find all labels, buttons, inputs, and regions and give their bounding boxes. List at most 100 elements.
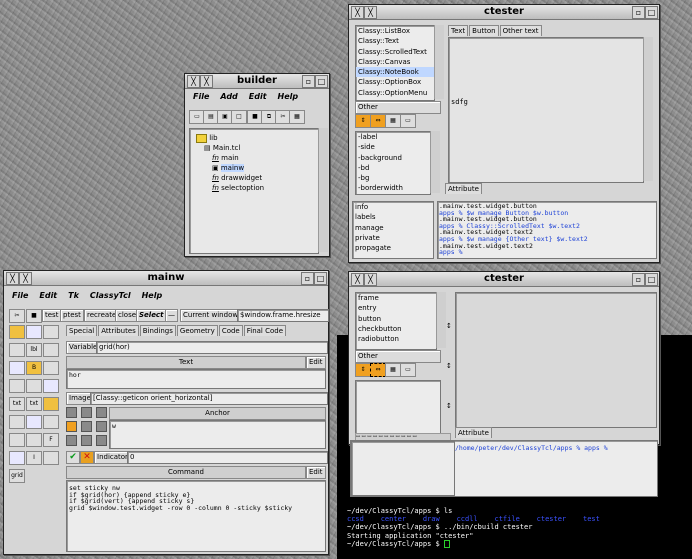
option-list-item[interactable]: -bd [356,163,430,173]
anchor-value-field[interactable]: w [109,420,326,449]
menu-classytcl[interactable]: ClassyTcl [90,291,131,300]
orient-vertical-icon[interactable]: ⇕ [355,363,371,377]
notebook-scrollbar[interactable] [643,37,653,181]
tab-code[interactable]: Code [218,325,243,336]
palette-tool-icon[interactable] [9,343,25,357]
maximize-icon[interactable]: □ [315,75,328,88]
option-list-item[interactable]: -bg [356,173,430,183]
class-list-item[interactable]: button [356,314,436,324]
palette-tool-icon[interactable]: txt [26,397,42,411]
select-menu[interactable]: Select [136,309,167,322]
tree-item[interactable]: fn selectoption [196,183,264,193]
class-list[interactable]: Classy::ListBox Classy::Text Classy::Scrol… [355,25,435,101]
menu-add[interactable]: Add [220,92,237,101]
palette-tool-icon[interactable]: txt [9,397,25,411]
menu-tk[interactable]: Tk [68,291,79,300]
anchor-cell[interactable] [66,421,77,432]
option-list-item[interactable]: -background [356,153,430,163]
menu-help[interactable]: Help [142,291,163,300]
tab-bindings[interactable]: Bindings [139,325,176,336]
palette-tool-icon[interactable] [43,415,59,429]
palette-tool-icon[interactable] [26,433,42,447]
widget-area[interactable] [455,292,657,428]
palette-tool-icon[interactable] [43,397,59,411]
class-list[interactable]: frame entry button checkbutton radiobutton [355,292,437,350]
menu-edit[interactable]: Edit [249,92,267,101]
palette-tool-icon[interactable] [9,325,25,339]
option-list-item[interactable]: -borderwidth [356,183,430,193]
select-dropdown-icon[interactable]: — [165,309,178,322]
image-field[interactable]: [Classy::geticon orient_horizontal] [90,392,328,405]
command-list-item[interactable]: info [353,202,433,212]
pane-sash[interactable]: ↕ [446,322,452,330]
attribute-tab-label[interactable]: Attribute [455,427,492,438]
command-list-item[interactable]: propagate [353,243,433,253]
builder-titlebar[interactable]: ╳ ╳ builder ▫ □ [185,74,329,89]
command-list-item[interactable]: private [353,233,433,243]
tree-item[interactable]: fn main [196,153,264,163]
blank-icon[interactable]: □ [231,110,247,124]
notebook-text[interactable]: sdfg sdfg [448,37,644,183]
class-list-item[interactable]: entry [356,303,436,313]
tab-special[interactable]: Special [66,325,98,336]
tab-final-code[interactable]: Final Code [243,325,287,336]
attribute-tab-label[interactable]: Attribute [445,183,482,194]
option-list-item[interactable]: -label [356,132,430,142]
anchor-cell[interactable] [96,435,107,446]
palette-tool-icon[interactable]: I [26,451,42,465]
palette-tool-icon[interactable] [43,361,59,375]
command-list[interactable]: info labels manage private propagate [352,201,434,259]
variable-field[interactable]: grid(hor) [96,341,328,354]
grid-icon[interactable]: ▦ [385,363,401,377]
command-list-item[interactable]: labels [353,212,433,222]
cancel-icon[interactable]: ✕ [80,451,94,464]
palette-tool-icon[interactable] [9,433,25,447]
class-list-item[interactable]: Classy::NoteBook [356,67,434,78]
class-list-item[interactable]: frame [356,293,436,303]
paste-icon[interactable]: ▦ [289,110,305,124]
palette-tool-icon[interactable] [43,325,59,339]
menu-file[interactable]: File [12,291,28,300]
label-icon[interactable]: ▭ [400,363,416,377]
maximize-icon[interactable]: □ [645,6,658,19]
anchor-cell[interactable] [81,407,92,418]
class-list-item[interactable]: Classy::OptionBox [356,77,434,87]
maximize-icon[interactable]: □ [645,273,658,286]
label-icon[interactable]: ▭ [400,114,416,128]
palette-tool-icon[interactable] [43,379,59,393]
other-button[interactable]: Other [355,101,441,114]
anchor-cell[interactable] [66,435,77,446]
test-button[interactable]: test [42,309,62,322]
palette-tool-icon[interactable] [26,325,42,339]
anchor-cell[interactable] [96,421,107,432]
option-list-item[interactable]: -side [356,142,430,152]
builder-tree[interactable]: lib ▤ Main.tcl fn main ▣ mainw fn drawwi… [189,128,319,254]
palette-tool-icon[interactable] [9,361,25,375]
ptest-button[interactable]: ptest [60,309,84,322]
current-window-field[interactable]: $window.frame.hresize [237,309,329,322]
confirm-icon[interactable]: ✔ [66,451,80,464]
anchor-cell[interactable] [96,407,107,418]
orient-horizontal-icon[interactable]: ⇔ [370,363,386,377]
command-text[interactable]: set sticky nw if $grid(hor) {append stick… [66,480,326,552]
command-list-item[interactable]: manage [353,223,433,233]
palette-tool-icon[interactable] [9,379,25,393]
grid-icon[interactable]: ▦ [385,114,401,128]
palette-tool-icon[interactable] [43,343,59,357]
class-list-item[interactable]: Classy::ScrolledText [356,47,434,57]
indicator-field[interactable]: 0 [127,451,328,464]
palette-tool-icon[interactable]: F [43,433,59,447]
palette-tool-icon[interactable] [9,415,25,429]
option-list[interactable]: -label -side -background -bd -bg -borderwidth [355,131,431,195]
mainw-titlebar[interactable]: ╳ ╳ mainw ▫ □ [4,271,328,286]
tab-text[interactable]: Text [448,25,469,36]
palette-tool-icon[interactable] [26,379,42,393]
maximize-icon[interactable]: □ [314,272,327,285]
class-list-scrollbar[interactable] [436,292,446,348]
minimize-icon[interactable]: ▫ [301,272,314,285]
menu-edit[interactable]: Edit [39,291,57,300]
option-list-scrollbar[interactable] [430,131,440,193]
tree-item[interactable]: ▤ Main.tcl [196,143,264,153]
ctester-titlebar[interactable]: ╳ ╳ ctester ▫ □ [349,5,659,20]
tree-item[interactable]: ▣ mainw [196,163,264,173]
